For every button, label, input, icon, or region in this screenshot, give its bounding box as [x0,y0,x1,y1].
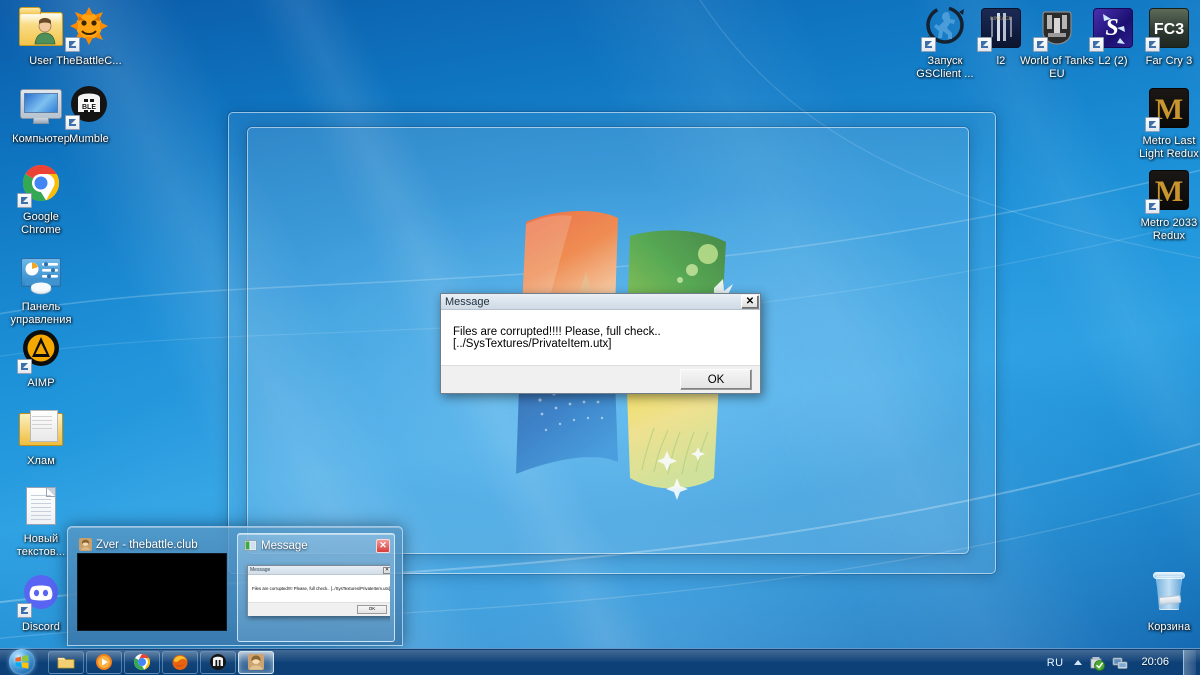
thebattleclub-icon [65,4,113,52]
taskbar-button-chrome[interactable] [124,650,160,674]
desktop-icon-aimp[interactable]: AIMP [2,326,80,390]
desktop-icon-label: Корзина [1147,621,1191,633]
svg-text:BLE: BLE [82,104,96,111]
folder-icon [57,653,75,671]
thumbnail-content-black[interactable] [77,553,227,631]
desktop-icon-google-chrome[interactable]: Google Chrome [2,160,80,236]
taskbar-button-explorer[interactable] [48,650,84,674]
thumbnail-content-preview[interactable]: Message ✕ Files are corrupted!!!! Please… [242,554,390,632]
show-desktop-button[interactable] [1183,650,1196,675]
discord-icon [17,570,65,618]
desktop-icon-thebattleclub[interactable]: TheBattleC... [50,4,128,68]
taskbar-buttons [48,650,274,674]
dialog-message-text: Files are corrupted!!!! Please, full che… [453,325,661,350]
text-document-icon [17,482,65,530]
desktop-icon-label: AIMP [27,377,55,389]
zver-app-icon [247,653,265,671]
taskbar-thumbnail-preview-panel: Zver - thebattle.club Message ✕ Message … [67,526,403,646]
shortcut-arrow-icon [1089,37,1104,52]
shortcut-arrow-icon [65,37,80,52]
aimp-icon [17,326,65,374]
taskbar: RU 20:06 [0,648,1200,675]
desktop-icon-hlam-folder[interactable]: Хлам [2,404,80,468]
language-indicator[interactable]: RU [1043,656,1068,670]
shortcut-arrow-icon [1145,199,1160,214]
thumbnail-zver[interactable]: Zver - thebattle.club [73,533,231,642]
firefox-icon [171,653,189,671]
google-chrome-icon [17,160,65,208]
mini-dialog-titlebar: Message ✕ [248,566,390,575]
action-center-icon[interactable] [1089,655,1106,671]
dialog-titlebar[interactable]: Message ✕ [441,294,760,310]
recycle-bin-icon [1145,570,1193,618]
desktop-icon-label: Metro Last Light Redux [1139,135,1199,160]
mini-dialog-message-text: Files are corrupted!!!! Please, full che… [252,586,390,591]
dialog-body: Files are corrupted!!!! Please, full che… [441,310,760,365]
shortcut-arrow-icon [17,193,32,208]
taskbar-button-media-player[interactable] [86,650,122,674]
taskbar-clock[interactable]: 20:06 [1135,656,1175,669]
desktop-icon-label: Панель управления [10,301,72,326]
message-window-icon [244,539,257,552]
mini-dialog-footer: OK [248,602,390,616]
shortcut-arrow-icon [17,603,32,618]
dialog-footer: OK [441,365,760,393]
shortcut-arrow-icon [977,37,992,52]
start-button[interactable] [2,649,42,675]
svg-text:FC3: FC3 [1154,21,1184,38]
thumbnail-header: Zver - thebattle.club [77,536,227,553]
system-tray: RU 20:06 [1043,649,1200,675]
dialog-title: Message [445,295,490,308]
mini-dialog-title: Message [250,567,271,573]
control-panel-icon [17,250,65,298]
desktop-icon-label: Google Chrome [21,211,61,236]
desktop-icon-control-panel[interactable]: Панель управления [2,250,80,326]
shortcut-arrow-icon [921,37,936,52]
windows-start-orb-icon [9,649,35,675]
desktop-icon-label: Far Cry 3 [1145,55,1193,67]
ok-button[interactable]: OK [680,369,752,390]
ok-button: OK [357,605,387,614]
far-cry-3-icon: FC3 [1145,4,1193,52]
mumble-icon [209,653,227,671]
metro-2033-icon: M [1145,166,1193,214]
media-player-icon [95,653,113,671]
close-icon[interactable]: ✕ [376,538,390,553]
thumbnail-message[interactable]: Message ✕ Message ✕ Files are corrupted!… [237,533,395,642]
desktop-icon-label: Metro 2033 Redux [1140,217,1198,242]
desktop-icon-label: TheBattleC... [56,55,122,67]
taskbar-button-firefox[interactable] [162,650,198,674]
desktop-icon-far-cry-3[interactable]: FC3 Far Cry 3 [1130,4,1200,68]
desktop-icon-label: Хлам [27,455,55,467]
thumbnail-title: Message [261,539,308,552]
desktop-icon-metro-last-light[interactable]: M Metro Last Light Redux [1130,84,1200,160]
zver-app-icon [79,538,92,551]
close-icon[interactable]: ✕ [741,294,759,309]
folder-icon [17,404,65,452]
shortcut-arrow-icon [17,359,32,374]
network-icon[interactable] [1112,655,1128,671]
mini-dialog-body: Files are corrupted!!!! Please, full che… [248,575,390,602]
chevron-up-icon[interactable] [1074,660,1083,665]
desktop-icon-metro-2033[interactable]: M Metro 2033 Redux [1130,166,1200,242]
shortcut-arrow-icon [1145,37,1160,52]
mini-message-dialog: Message ✕ Files are corrupted!!!! Please… [247,565,390,616]
desktop-icon-label: Mumble [69,133,109,145]
mumble-icon: BLE [65,82,113,130]
thumbnail-title: Zver - thebattle.club [96,538,198,551]
close-icon: ✕ [383,566,390,574]
shortcut-arrow-icon [65,115,80,130]
message-dialog: Message ✕ Files are corrupted!!!! Please… [440,293,761,394]
thumbnail-header: Message ✕ [242,537,390,554]
shortcut-arrow-icon [1033,37,1048,52]
taskbar-button-mumble[interactable] [200,650,236,674]
taskbar-button-zver[interactable] [238,650,274,674]
desktop-icon-mumble[interactable]: BLE Mumble [50,82,128,146]
metro-last-light-icon: M [1145,84,1193,132]
svg-text:LINEAGE: LINEAGE [990,17,1012,22]
google-chrome-icon [133,653,151,671]
desktop-icon-recycle-bin[interactable]: Корзина [1130,570,1200,634]
shortcut-arrow-icon [1145,117,1160,132]
